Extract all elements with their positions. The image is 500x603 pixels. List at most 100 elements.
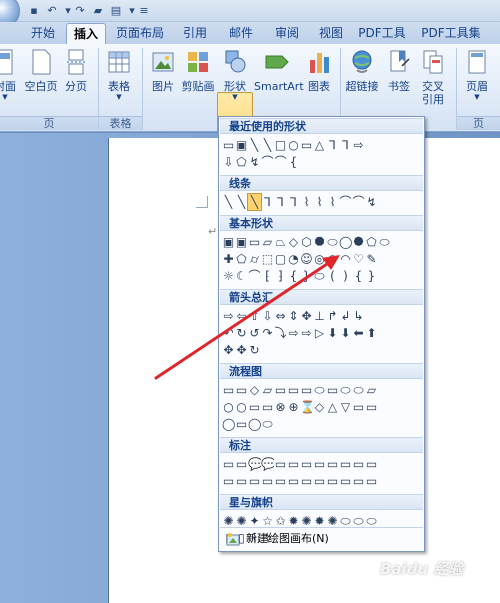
shape-option[interactable]: ▣ — [235, 137, 248, 153]
table-button[interactable]: 表格 ▼ — [104, 48, 134, 101]
shape-option[interactable]: ✚ — [222, 251, 235, 267]
redo-icon[interactable]: ↷ — [72, 3, 88, 18]
shape-option[interactable]: ☺ — [300, 251, 313, 267]
shape-option[interactable]: ▭ — [235, 456, 248, 472]
shapes-button[interactable]: 形状 ▼ — [218, 48, 252, 101]
shape-option[interactable]: ⇩ — [261, 308, 274, 324]
shape-option[interactable]: ▭ — [222, 137, 235, 153]
shape-option[interactable]: ↱ — [326, 308, 339, 324]
shape-option[interactable]: ◇ — [248, 382, 261, 398]
shape-option[interactable]: ▭ — [313, 473, 326, 489]
shape-option[interactable]: ⌒ — [339, 194, 352, 210]
cover-page-button[interactable]: 封面 ▼ — [0, 48, 16, 101]
tab-references[interactable]: 引用 — [176, 23, 214, 44]
shape-option[interactable]: ⬠ — [235, 154, 248, 170]
cross-reference-button[interactable]: 交叉 引用 — [416, 48, 450, 106]
shape-option[interactable]: ⬭ — [352, 382, 365, 398]
shape-option[interactable]: ⬭ — [378, 234, 391, 250]
shape-option[interactable]: ⌛ — [300, 399, 313, 415]
shape-option[interactable]: ▷ — [313, 325, 326, 341]
shape-option[interactable]: ◠ — [339, 251, 352, 267]
shape-option[interactable]: ▭ — [300, 473, 313, 489]
shape-option[interactable]: ↲ — [339, 308, 352, 324]
shape-option[interactable]: ⊘ — [326, 251, 339, 267]
shape-option[interactable]: ↻ — [248, 342, 261, 358]
shape-option[interactable]: ↺ — [248, 325, 261, 341]
tab-pdf-tools[interactable]: PDF工具 — [356, 23, 408, 44]
shape-option[interactable]: ▭ — [352, 399, 365, 415]
shape-option[interactable]: ▭ — [222, 473, 235, 489]
shape-option[interactable]: ⇕ — [287, 308, 300, 324]
save-icon[interactable]: ▪ — [26, 3, 42, 18]
shape-option[interactable]: ⌇ — [300, 194, 313, 210]
shape-option[interactable]: ⁅ — [261, 268, 274, 284]
shape-option[interactable]: ▭ — [261, 473, 274, 489]
shape-option[interactable]: ▭ — [365, 456, 378, 472]
shape-option[interactable]: ⬆ — [365, 325, 378, 341]
shape-option[interactable]: ⬭ — [313, 382, 326, 398]
shape-option[interactable]: ⌇ — [313, 194, 326, 210]
shape-option[interactable]: △ — [313, 137, 326, 153]
shape-option[interactable]: ◯ — [222, 416, 235, 432]
shape-option[interactable]: ⯃ — [313, 234, 326, 250]
shape-option[interactable]: { — [287, 268, 300, 284]
shape-option[interactable]: ⬇ — [339, 325, 352, 341]
shape-option[interactable]: ↷ — [261, 325, 274, 341]
shape-option[interactable]: ▭ — [287, 456, 300, 472]
shape-option[interactable]: ⬠ — [235, 251, 248, 267]
shape-option[interactable]: ▭ — [274, 473, 287, 489]
bookmark-button[interactable]: 书签 — [384, 48, 414, 93]
shape-option[interactable]: ( — [326, 268, 339, 284]
shape-option[interactable]: ○ — [287, 137, 300, 153]
print-preview-icon[interactable]: ▤ — [108, 3, 124, 18]
shape-option[interactable]: ✥ — [222, 342, 235, 358]
shape-option[interactable]: ◔ — [287, 251, 300, 267]
shape-option[interactable]: ♡ — [352, 251, 365, 267]
shape-option[interactable]: ⌒ — [274, 154, 287, 170]
shape-option[interactable]: ╲ — [235, 194, 248, 210]
shape-option[interactable]: ⅂ — [287, 194, 300, 210]
shape-option[interactable]: ☾ — [235, 268, 248, 284]
tab-review[interactable]: 审阅 — [268, 23, 306, 44]
shape-option[interactable]: ⊕ — [287, 399, 300, 415]
shape-option[interactable]: ▭ — [261, 399, 274, 415]
shape-option[interactable]: ▭ — [326, 456, 339, 472]
shape-option[interactable]: ▭ — [222, 456, 235, 472]
shape-option[interactable]: ⤵ — [274, 325, 287, 341]
page-break-button[interactable]: 分页 — [62, 48, 90, 93]
shape-option[interactable]: ⬅ — [352, 325, 365, 341]
shape-option[interactable]: ╲ — [222, 194, 235, 210]
shape-option[interactable]: ⬚ — [261, 251, 274, 267]
shape-option[interactable]: ⅂ — [326, 137, 339, 153]
shape-option[interactable]: ✎ — [365, 251, 378, 267]
shape-option[interactable]: ▽ — [339, 399, 352, 415]
shape-option[interactable]: ▱ — [261, 234, 274, 250]
shape-option[interactable]: ⇦ — [235, 308, 248, 324]
smartart-button[interactable]: SmartArt — [254, 48, 304, 93]
shape-option[interactable]: ▭ — [339, 456, 352, 472]
blank-page-button[interactable]: 空白页 — [22, 48, 60, 93]
shape-option[interactable]: } — [365, 268, 378, 284]
shape-option[interactable]: ◇ — [287, 234, 300, 250]
shape-option[interactable]: ⬇ — [326, 325, 339, 341]
picture-button[interactable]: 图片 — [148, 48, 178, 93]
shape-option[interactable]: 💬 — [248, 456, 261, 472]
shape-option[interactable]: { — [352, 268, 365, 284]
shape-option[interactable]: ◇ — [313, 399, 326, 415]
tab-page-layout[interactable]: 页面布局 — [114, 23, 166, 44]
shape-option[interactable]: ⬡ — [300, 234, 313, 250]
shape-option[interactable]: ▭ — [352, 456, 365, 472]
shape-option[interactable]: ○ — [222, 399, 235, 415]
shape-option[interactable]: □ — [274, 137, 287, 153]
shape-option[interactable]: ⊥ — [313, 308, 326, 324]
shape-option[interactable]: ⇨ — [222, 308, 235, 324]
shape-option[interactable]: ◯ — [248, 416, 261, 432]
shape-option[interactable]: ⬭ — [339, 382, 352, 398]
shape-option[interactable]: ↶ — [222, 325, 235, 341]
shape-option[interactable]: ) — [339, 268, 352, 284]
undo-icon[interactable]: ↶ — [44, 3, 60, 18]
shape-option[interactable]: ○ — [235, 399, 248, 415]
shape-option[interactable]: ▭ — [300, 456, 313, 472]
shape-option[interactable]: ▭ — [248, 399, 261, 415]
open-folder-icon[interactable]: ▰ — [90, 3, 106, 18]
